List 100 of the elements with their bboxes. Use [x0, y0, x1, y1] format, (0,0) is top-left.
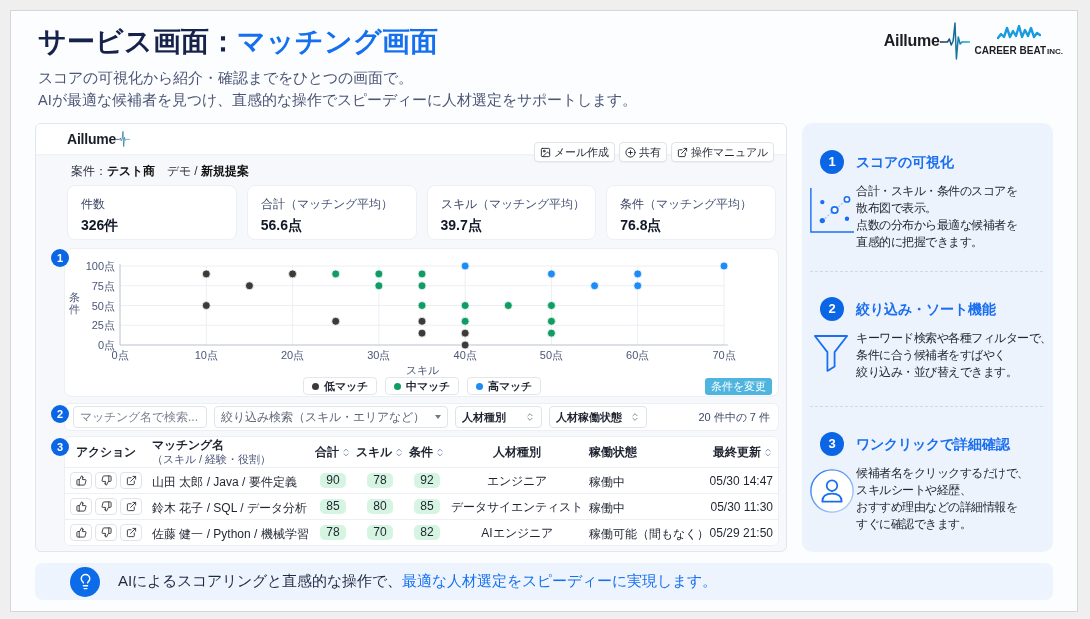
y-axis-tick-label: 100点 — [85, 260, 115, 272]
open-detail-button[interactable] — [120, 524, 142, 541]
legend-label: 高マッチ — [487, 378, 532, 394]
scatter-point — [460, 301, 470, 310]
feature-description: スキルシートや経歴、 — [856, 482, 972, 499]
thumbs-up-button[interactable] — [70, 498, 92, 515]
stat-note: （マッチング平均） — [644, 197, 753, 212]
open-detail-button[interactable] — [120, 472, 142, 489]
candidate-name-link[interactable]: 山田 太郎 / Java / 要件定義 — [152, 474, 297, 489]
toolbar-button[interactable]: メール作成 — [534, 142, 615, 162]
funnel-icon — [814, 334, 848, 372]
x-axis-tick-label: 60点 — [626, 349, 650, 361]
score-badge: 80 — [367, 499, 393, 514]
scatter-point — [633, 281, 643, 291]
thumbs-up-icon — [75, 475, 87, 486]
x-axis-tick-label: 50点 — [539, 349, 564, 361]
feature-description: 直感的に把握できます。 — [856, 234, 984, 251]
stat-label: スキル — [440, 197, 477, 212]
thumbs-down-button[interactable] — [95, 524, 117, 541]
scatter-point — [460, 316, 470, 326]
column-header: アクション — [76, 445, 136, 459]
stat-label: 条件 — [620, 197, 645, 212]
scatter-point — [590, 281, 599, 291]
toolbar-button[interactable]: 操作マニュアル — [671, 142, 774, 162]
page-title: サービス画面：マッチング画面 — [38, 25, 439, 59]
caret-icon — [435, 415, 441, 419]
feature-description: 候補者名をクリックするだけで、 — [856, 465, 1029, 482]
thumbs-down-icon — [100, 475, 112, 486]
feature-description: 散布図で表示。 — [856, 200, 938, 217]
talent-type: データサイエンティスト — [451, 498, 583, 516]
scatter-point — [460, 328, 470, 338]
page-subtitle: AIが最適な候補者を見つけ、直感的な操作でスピーディーに人材選定をサポートします。 — [38, 91, 637, 110]
image-icon — [540, 146, 551, 158]
talent-type: エンジニア — [487, 472, 547, 490]
stat-value: 39.7点 — [440, 216, 483, 234]
legend-label: 低マッチ — [323, 378, 368, 394]
thumbs-down-button[interactable] — [95, 498, 117, 515]
stat-label: 件数 — [81, 197, 105, 212]
stat-value: 56.6点 — [260, 216, 303, 234]
candidate-name-link[interactable]: 鈴木 花子 / SQL / データ分析 — [152, 500, 307, 515]
plus-circle-icon — [625, 146, 636, 158]
external-link-icon — [125, 501, 137, 512]
x-axis-tick-label: 0点 — [111, 349, 129, 361]
scatter-point — [374, 269, 384, 279]
feature-title: 絞り込み・ソート機能 — [856, 300, 996, 319]
thumbs-down-icon — [100, 501, 112, 512]
heartbeat-line-icon — [939, 22, 970, 60]
step-number-badge: 2 — [51, 405, 69, 423]
feature-description: キーワード検索や各種フィルターで、 — [856, 330, 1052, 347]
scatter-point — [503, 301, 513, 310]
thumbs-up-button[interactable] — [70, 472, 92, 489]
scatter-plot-icon — [810, 187, 854, 233]
search-field[interactable]: マッチング名で検索... — [73, 406, 207, 428]
y-axis-title: 条件 — [69, 291, 80, 318]
y-axis-tick-label: 50点 — [91, 299, 115, 312]
column-subheader: （スキル / 経験・役割） — [152, 452, 272, 466]
lightbulb-icon — [70, 566, 100, 597]
refine-dropdown[interactable]: 絞り込み検索（スキル・エリアなど） — [214, 406, 448, 428]
scatter-point — [719, 261, 729, 271]
feature-title: スコアの可視化 — [856, 153, 954, 172]
x-axis-tick-label: 10点 — [194, 349, 218, 361]
scatter-point — [331, 269, 341, 279]
x-axis-tick-label: 40点 — [453, 349, 477, 361]
select-dropdown[interactable]: 人材種別 — [455, 406, 542, 428]
scatter-point — [547, 316, 556, 326]
column-header: 稼働状態 — [589, 445, 637, 459]
step-number-badge: 3 — [51, 438, 69, 456]
feature-description: 条件に合う候補者をすばやく — [856, 347, 1007, 364]
updated-time: 05/30 11:30 — [710, 498, 773, 516]
column-header: マッチング名 — [152, 438, 225, 452]
scatter-point — [201, 301, 211, 310]
y-axis-tick-label: 0点 — [97, 339, 115, 351]
select-dropdown[interactable]: 人材稼働状態 — [549, 406, 647, 428]
x-axis-tick-label: 70点 — [712, 349, 736, 361]
updated-time: 05/29 21:50 — [709, 524, 773, 542]
column-header: 最終更新 — [713, 445, 761, 459]
scatter-point — [547, 328, 556, 338]
candidate-name-link[interactable]: 佐藤 健一 / Python / 機械学習 — [152, 526, 309, 541]
scatter-point — [417, 301, 427, 310]
step-number-badge: 1 — [820, 150, 844, 174]
thumbs-down-button[interactable] — [95, 472, 117, 489]
open-detail-button[interactable] — [120, 498, 142, 515]
toolbar-button[interactable]: 共有 — [619, 142, 667, 162]
feature-description: すぐに確認できます。 — [856, 516, 972, 533]
logo-suffix-text: INC. — [1047, 47, 1063, 57]
scatter-point — [417, 269, 427, 279]
project-breadcrumb: 案件：テスト商 デモ / 新規提案 — [70, 163, 250, 179]
scatter-point — [633, 269, 643, 279]
feature-title: ワンクリックで詳細確認 — [856, 435, 1010, 454]
feature-description: 絞り込み・並び替えできます。 — [856, 364, 1018, 381]
thumbs-up-button[interactable] — [70, 524, 92, 541]
scatter-point — [288, 269, 297, 279]
thumbs-up-icon — [75, 527, 87, 538]
score-badge: 78 — [320, 525, 346, 540]
stat-value: 76.8点 — [620, 216, 663, 234]
score-badge: 85 — [320, 499, 346, 514]
scatter-point — [245, 281, 254, 291]
scatter-point — [460, 261, 470, 271]
scatter-point — [374, 281, 384, 291]
up-down-chevron-icon — [630, 412, 640, 422]
